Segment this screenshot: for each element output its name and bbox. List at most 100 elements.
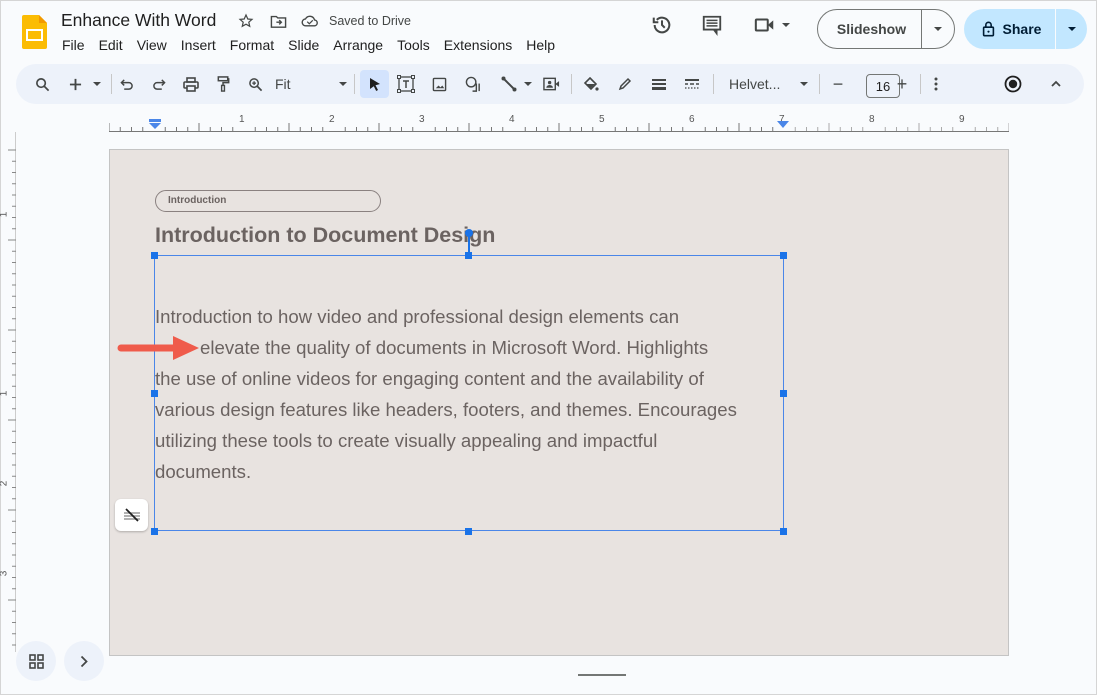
undo-icon[interactable] (116, 70, 138, 98)
fill-color-icon[interactable] (579, 70, 603, 98)
border-dash-icon[interactable] (680, 70, 704, 98)
left-indent-marker-icon[interactable] (149, 119, 161, 129)
document-title[interactable]: Enhance With Word (61, 10, 216, 31)
paint-format-icon[interactable] (212, 70, 234, 98)
chevron-down-icon (1067, 27, 1076, 31)
toolbar: Fit Helvet... − 16 + (16, 64, 1084, 104)
save-status: Saved to Drive (329, 14, 411, 28)
more-options-icon[interactable] (928, 70, 944, 98)
ruler-label: 9 (959, 114, 965, 125)
red-arrow-annotation-icon (117, 336, 199, 360)
text-box-icon[interactable] (394, 70, 418, 98)
comment-icon[interactable] (696, 9, 728, 41)
ruler-label: 5 (599, 114, 605, 125)
menu-extensions[interactable]: Extensions (437, 37, 519, 53)
insert-video-icon[interactable] (539, 70, 563, 98)
zoom-icon[interactable] (244, 70, 266, 98)
share-button[interactable]: Share (964, 9, 1087, 49)
redo-icon[interactable] (148, 70, 170, 98)
video-camera-icon (754, 18, 774, 32)
increase-font-size-button[interactable]: + (892, 70, 912, 98)
body-line: the use of online videos for engaging co… (155, 368, 704, 389)
ruler-label: 3 (0, 571, 9, 577)
vertical-ruler[interactable]: 1 1 2 3 (0, 132, 16, 652)
menu-help[interactable]: Help (519, 37, 562, 53)
ruler-label: 1 (239, 114, 245, 125)
resize-handle-bottom[interactable] (465, 528, 472, 535)
body-text[interactable]: Introduction to how video and profession… (155, 301, 795, 487)
share-options-dropdown[interactable] (1056, 27, 1087, 31)
body-line: various design features like headers, fo… (155, 399, 737, 420)
zoom-value: Fit (275, 76, 291, 92)
slides-logo-icon[interactable] (22, 15, 47, 49)
ruler-label: 6 (689, 114, 695, 125)
body-line: documents. (155, 461, 252, 482)
format-options-button[interactable] (115, 499, 148, 531)
meet-button[interactable] (750, 9, 794, 41)
record-icon[interactable] (1001, 70, 1025, 98)
font-family-select[interactable]: Helvet... (724, 70, 810, 98)
right-indent-marker-icon[interactable] (777, 121, 789, 129)
print-icon[interactable] (180, 70, 202, 98)
new-slide-layout-dropdown[interactable] (90, 70, 104, 98)
slideshow-label: Slideshow (836, 21, 907, 37)
ruler-label: 8 (869, 114, 875, 125)
ruler-label: 3 (419, 114, 425, 125)
menu-insert[interactable]: Insert (174, 37, 223, 53)
ruler-label: 4 (509, 114, 515, 125)
menu-file[interactable]: File (55, 37, 92, 53)
expand-filmstrip-button[interactable] (64, 641, 104, 681)
section-tag[interactable]: Introduction (155, 190, 381, 212)
text-wrap-off-icon (123, 508, 140, 522)
resize-handle-top-left[interactable] (151, 252, 158, 259)
speaker-notes-resize-handle[interactable] (578, 674, 626, 676)
menu-arrange[interactable]: Arrange (326, 37, 390, 53)
slide-canvas[interactable]: Introduction Introduction to Document De… (109, 149, 1009, 656)
chevron-down-icon (339, 82, 347, 86)
body-line: Introduction to how video and profession… (155, 306, 680, 327)
slide-heading[interactable]: Introduction to Document Design (155, 223, 495, 248)
menu-edit[interactable]: Edit (92, 37, 130, 53)
move-to-folder-icon[interactable] (269, 12, 287, 30)
ruler-label: 1 (0, 391, 9, 397)
zoom-select[interactable]: Fit (275, 70, 347, 98)
app-header: Enhance With Word Saved to Drive File Ed… (1, 1, 1097, 63)
resize-handle-bottom-right[interactable] (780, 528, 787, 535)
menu-view[interactable]: View (130, 37, 174, 53)
share-label: Share (1002, 21, 1042, 37)
grid-view-button[interactable] (16, 641, 56, 681)
decrease-font-size-button[interactable]: − (828, 70, 848, 98)
menu-format[interactable]: Format (223, 37, 281, 53)
menu-tools[interactable]: Tools (390, 37, 437, 53)
history-icon[interactable] (646, 9, 678, 41)
ruler-label: 2 (0, 481, 9, 487)
line-icon[interactable] (497, 70, 521, 98)
border-color-icon[interactable] (613, 70, 637, 98)
cloud-saved-icon[interactable] (301, 12, 319, 30)
chevron-right-icon (80, 655, 88, 667)
select-tool-icon[interactable] (360, 70, 389, 98)
rotate-handle[interactable] (465, 229, 473, 237)
line-type-dropdown[interactable] (521, 70, 535, 98)
star-icon[interactable] (237, 12, 255, 30)
body-line: utilizing these tools to create visually… (155, 430, 658, 451)
border-weight-icon[interactable] (647, 70, 671, 98)
resize-handle-bottom-left[interactable] (151, 528, 158, 535)
body-line: elevate the quality of documents in Micr… (200, 337, 709, 358)
horizontal-ruler[interactable]: 1 2 3 4 5 6 7 8 9 (109, 114, 1009, 132)
font-family-value: Helvet... (729, 76, 781, 92)
slideshow-button[interactable]: Slideshow (817, 9, 955, 49)
search-menus-icon[interactable] (30, 70, 54, 98)
insert-image-icon[interactable] (427, 70, 451, 98)
menu-slide[interactable]: Slide (281, 37, 326, 53)
resize-handle-top[interactable] (465, 252, 472, 259)
new-slide-icon[interactable] (64, 70, 86, 98)
shape-icon[interactable] (461, 70, 485, 98)
chevron-down-icon (93, 82, 101, 86)
collapse-toolbar-icon[interactable] (1044, 70, 1068, 98)
menu-bar: File Edit View Insert Format Slide Arran… (55, 37, 562, 53)
chevron-down-icon (800, 82, 808, 86)
resize-handle-top-right[interactable] (780, 252, 787, 259)
slideshow-options-dropdown[interactable] (922, 27, 954, 31)
chevron-down-icon (524, 82, 532, 86)
